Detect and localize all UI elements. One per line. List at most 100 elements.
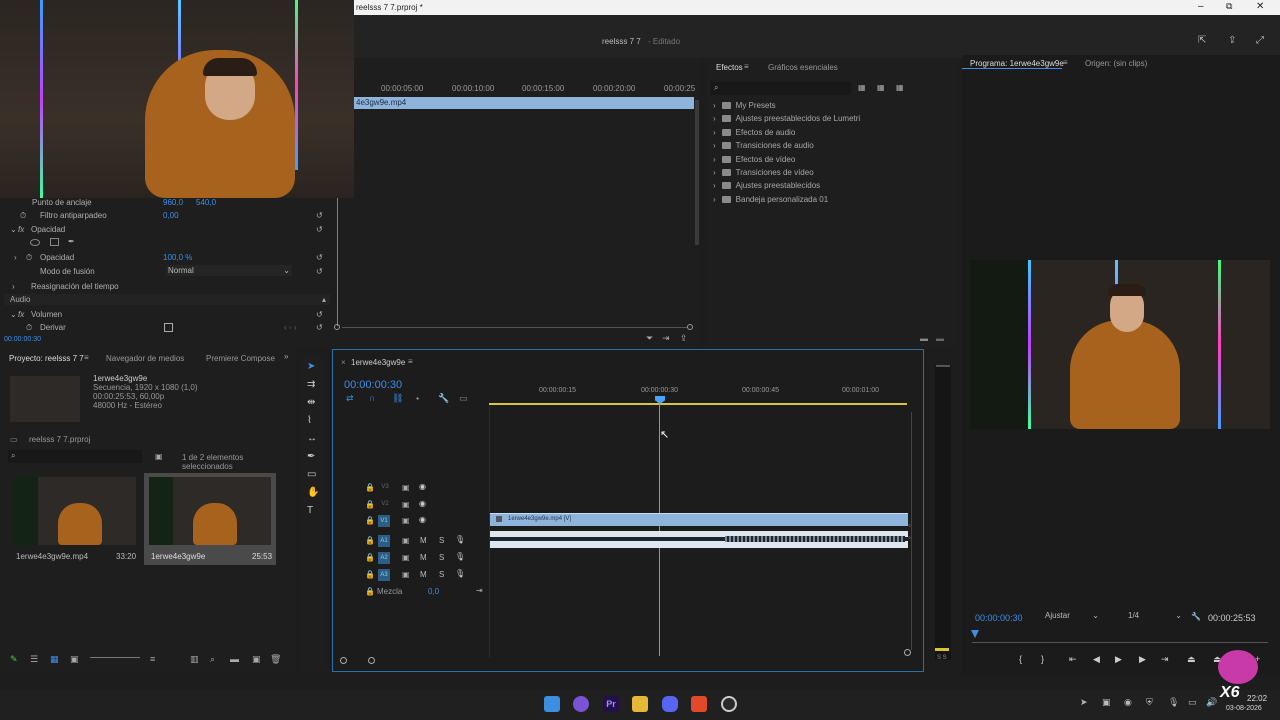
go-to-out-icon[interactable]: ⇥ (1161, 654, 1169, 665)
tree-item[interactable]: › Bandeja personalizada 01 (713, 194, 828, 206)
tree-item[interactable]: › Ajustes preestablecidos (713, 180, 820, 192)
wrench-icon[interactable]: 🔧 (1191, 612, 1201, 621)
tab-sequence[interactable]: 1erwe4e3gw9e (351, 358, 405, 367)
tray-app-icon[interactable]: ➤ (1080, 697, 1088, 708)
nvidia-icon[interactable]: ▣ (1102, 697, 1111, 708)
ec-value-x[interactable]: 960,0 (163, 198, 183, 207)
mute-button[interactable]: M (420, 536, 427, 545)
solo-button[interactable]: S (439, 570, 444, 579)
timeline-settings-icon[interactable]: 🔧 (438, 393, 449, 404)
tree-item[interactable]: › Efectos de vídeo (713, 154, 795, 166)
mic-icon[interactable]: 🎙 (1168, 697, 1179, 708)
timeline-vscroll[interactable] (911, 412, 912, 650)
tree-item[interactable]: › Efectos de audio (713, 127, 795, 139)
mute-button[interactable]: M (420, 553, 427, 562)
eye-icon[interactable]: ◉ (419, 482, 426, 491)
lock-icon[interactable]: 🔒 (365, 553, 375, 562)
reset-icon[interactable]: ↺ (316, 310, 323, 319)
32bit-effects-icon[interactable]: ▦ (877, 83, 885, 92)
tree-item[interactable]: › Transiciones de audio (713, 140, 814, 152)
app-circle-icon[interactable] (573, 696, 589, 712)
program-timecode[interactable]: 00:00:00:30 (975, 613, 1023, 623)
zoom-handle-corner[interactable] (904, 649, 911, 656)
mix-value[interactable]: 0,0 (428, 587, 439, 596)
solo-button[interactable]: S (439, 553, 444, 562)
fullscreen-icon[interactable]: ⤢ (1256, 35, 1264, 46)
add-marker-icon[interactable]: ⬩ (416, 393, 419, 404)
razor-tool-icon[interactable]: ⌇ (307, 415, 312, 426)
pen-tool-icon[interactable]: ✒ (307, 451, 315, 462)
lock-icon[interactable]: 🔒 (365, 516, 375, 525)
tree-item[interactable]: › My Presets (713, 100, 776, 112)
slip-tool-icon[interactable]: ↔ (307, 433, 317, 444)
source-scrollbar[interactable] (695, 100, 699, 245)
menu-icon[interactable]: ≡ (1063, 58, 1068, 67)
sort-icon[interactable]: ≡ (150, 654, 155, 664)
icon-view-icon[interactable]: ▦ (50, 654, 59, 665)
timeline-zoom-bar[interactable] (338, 649, 912, 666)
share-icon[interactable]: ⇪ (1228, 35, 1236, 46)
reset-icon[interactable]: ↺ (316, 323, 323, 332)
brave-icon[interactable] (691, 696, 707, 712)
discord-icon[interactable] (662, 696, 678, 712)
battery-icon[interactable]: ▭ (1188, 697, 1197, 708)
shield-icon[interactable]: ⛨ (1146, 697, 1153, 708)
go-to-in-icon[interactable]: ⇤ (1069, 654, 1077, 665)
tab-media-browser[interactable]: Navegador de medios (106, 354, 184, 363)
delete-icon[interactable]: ▬ (936, 334, 944, 343)
ec-zoom-bar[interactable] (332, 323, 697, 333)
audio-clip-a1[interactable] (490, 531, 908, 548)
zoom-handle-right[interactable] (368, 657, 375, 664)
linked-selection-icon[interactable]: ⛓ (392, 393, 403, 404)
sync-lock-icon[interactable]: ▣ (402, 483, 410, 492)
play-audio-icon[interactable]: ⇥ (662, 333, 670, 344)
lock-icon[interactable]: 🔒 (365, 536, 375, 545)
lock-icon[interactable]: 🔒 (365, 570, 375, 579)
lift-icon[interactable]: ⏏ (1187, 654, 1196, 665)
minimize-icon[interactable]: – (1198, 1, 1204, 12)
new-item-icon[interactable]: ▣ (252, 654, 261, 665)
source-patch-a2[interactable]: A2 (378, 552, 390, 564)
tab-premiere-compose[interactable]: Premiere Compose (206, 354, 275, 363)
zoom-handle-left[interactable] (340, 657, 347, 664)
captions-icon[interactable]: ▭ (459, 393, 468, 404)
lock-icon[interactable]: 🔒 (365, 500, 375, 509)
close-icon[interactable]: ✕ (1256, 1, 1264, 12)
mic-icon[interactable]: 🎙 (455, 535, 465, 544)
mic-icon[interactable]: 🎙 (455, 569, 465, 578)
sync-lock-icon[interactable]: ▣ (402, 500, 410, 509)
restore-icon[interactable]: ⧉ (1226, 1, 1232, 12)
menu-icon[interactable]: ≡ (84, 353, 89, 362)
mark-in-icon[interactable]: { (1019, 654, 1022, 664)
selection-tool-icon[interactable]: ➤ (307, 361, 315, 372)
tree-item[interactable]: › Ajustes preestablecidos de Lumetri (713, 113, 860, 125)
tab-essential-graphics[interactable]: Gráficos esenciales (768, 63, 838, 72)
menu-icon[interactable]: ≡ (408, 357, 413, 366)
eye-icon[interactable]: ◉ (419, 515, 426, 524)
file-explorer-icon[interactable] (632, 696, 648, 712)
quick-export-icon[interactable]: ⇱ (1198, 35, 1206, 46)
close-tab-icon[interactable]: × (341, 358, 346, 367)
tab-project[interactable]: Proyecto: reelsss 7 7 (9, 354, 84, 363)
find-icon[interactable]: ⌕ (210, 654, 215, 665)
type-tool-icon[interactable]: T (307, 505, 313, 516)
step-back-icon[interactable]: ◀ (1093, 654, 1100, 665)
zoom-handle-left[interactable] (334, 324, 340, 330)
lock-icon[interactable]: 🔒 (365, 587, 375, 596)
fit-select[interactable]: Ajustar ⌄ (1045, 611, 1099, 623)
project-search-input[interactable]: ⌕ (8, 450, 142, 463)
nest-icon[interactable]: ⇄ (346, 393, 354, 404)
tree-item[interactable]: › Transiciones de vídeo (713, 167, 814, 179)
sync-lock-icon[interactable]: ▣ (402, 536, 410, 545)
sync-lock-icon[interactable]: ▣ (402, 570, 410, 579)
track-select-tool-icon[interactable]: ⇉ (307, 379, 315, 390)
tray-app-icon[interactable]: ◉ (1124, 697, 1132, 708)
steam-icon[interactable] (721, 696, 737, 712)
tab-program[interactable]: Programa: 1erwe4e3gw9e (970, 59, 1064, 68)
reset-icon[interactable]: ↺ (316, 267, 323, 276)
source-patch-v1[interactable]: V1 (378, 515, 390, 527)
new-bin-icon[interactable]: ▬ (920, 334, 928, 343)
freeform-view-icon[interactable]: ▣ (70, 654, 79, 665)
reset-icon[interactable]: ↺ (316, 211, 323, 220)
effects-search-input[interactable]: ⌕ (711, 82, 851, 95)
